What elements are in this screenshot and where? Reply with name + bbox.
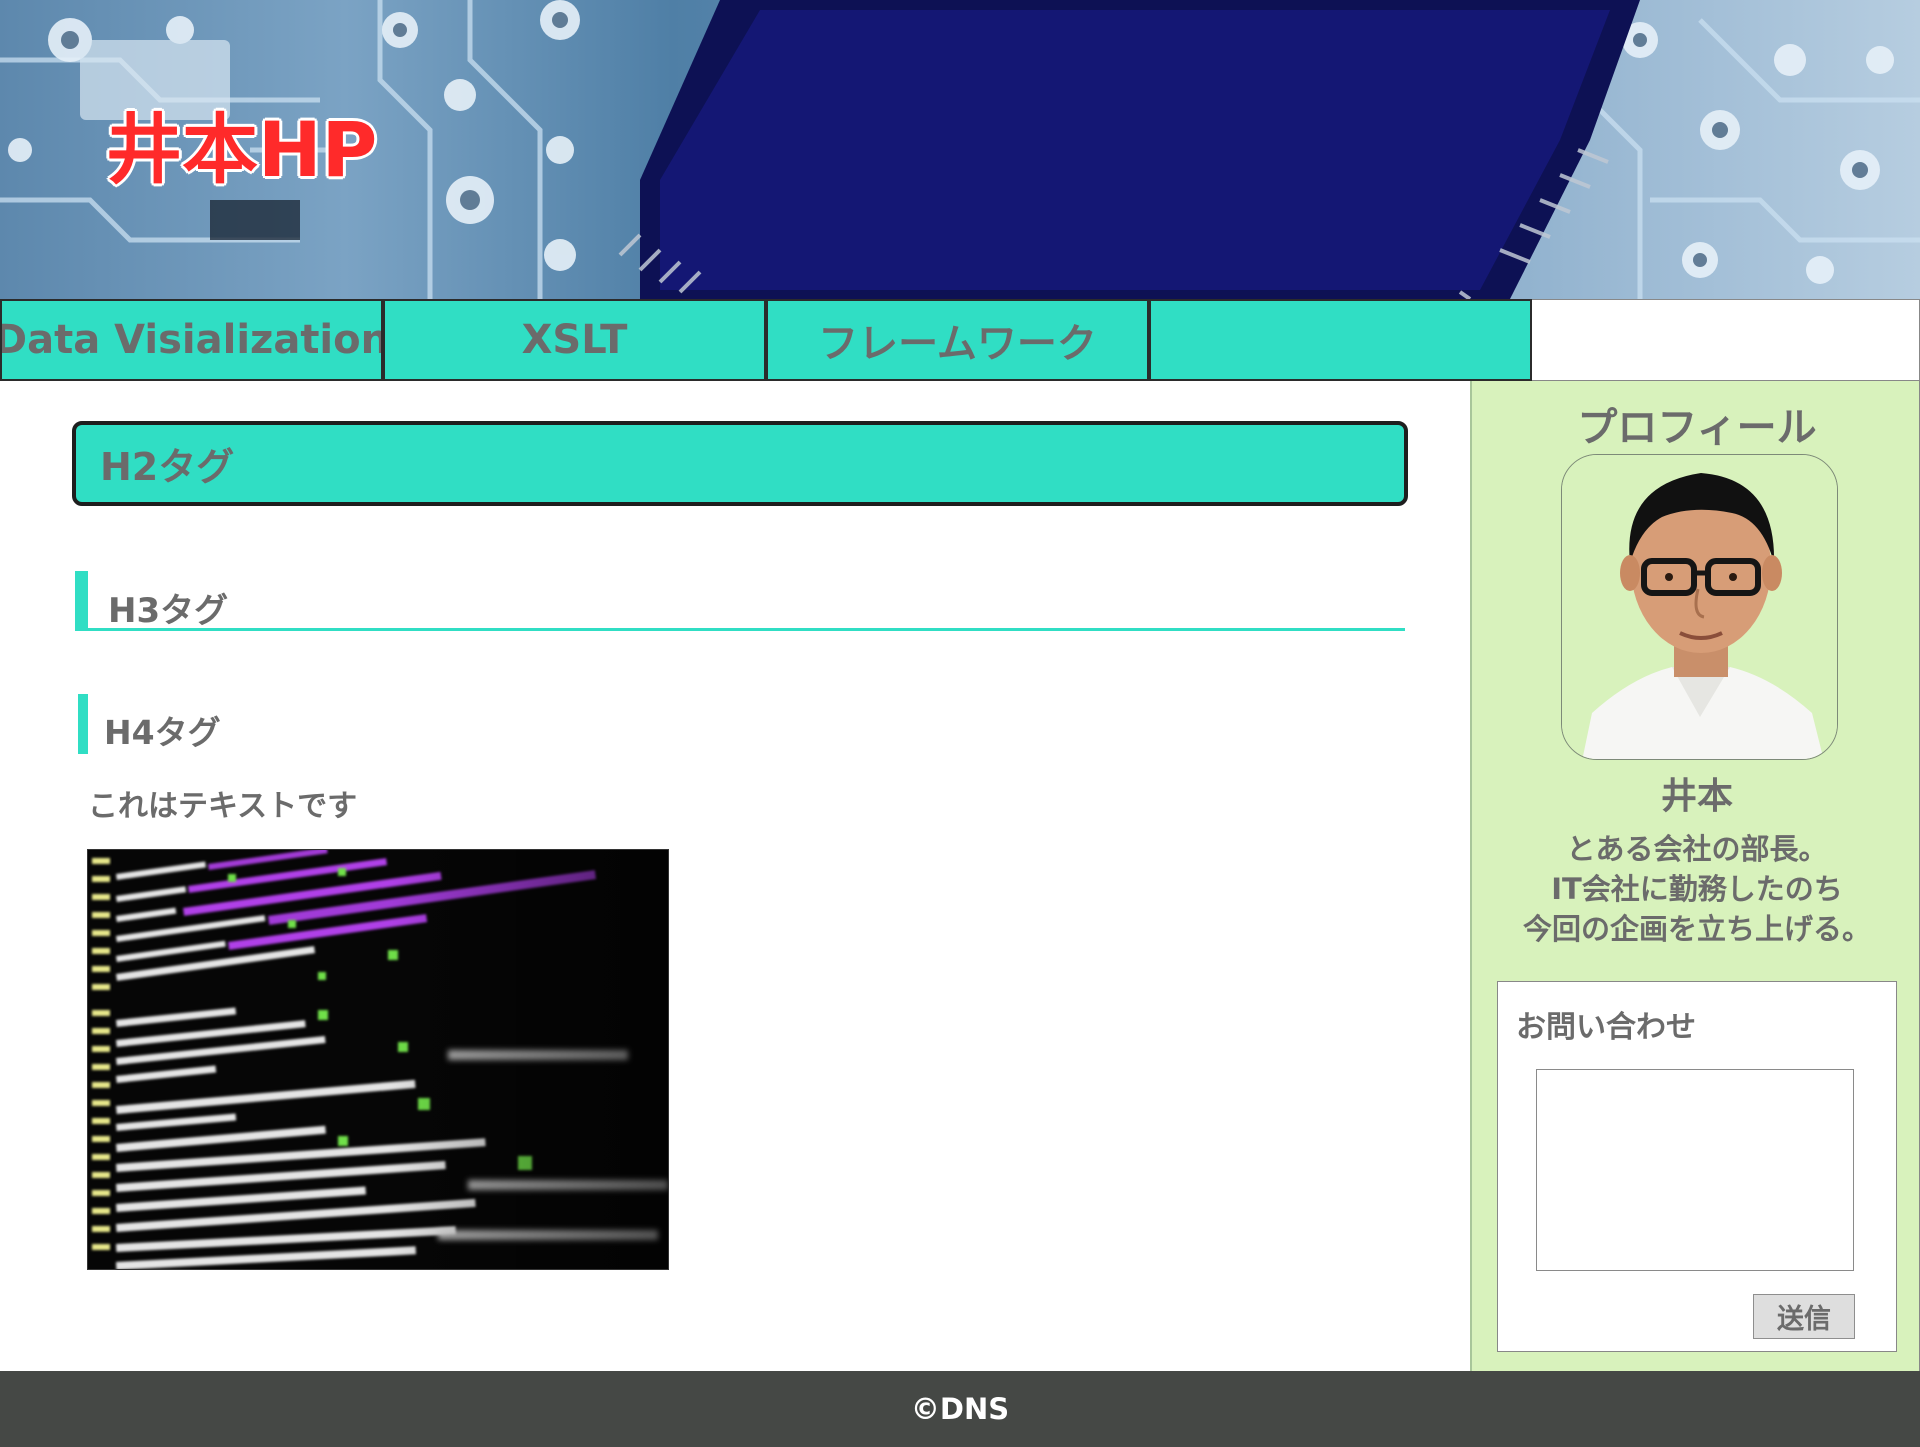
heading-h3: H3タグ [75,571,1405,631]
nav-item-data-visualization[interactable]: Data Visialization [0,299,383,381]
profile-description-line: IT会社に勤務したのち [1551,872,1843,906]
contact-form: お問い合わせ 送信 [1497,981,1897,1352]
profile-heading: プロフィール [1577,405,1817,451]
heading-h2: H2タグ [72,421,1408,506]
sidebar: プロフィール 井本 とある会社の部長。 IT会社に勤務したのち 今回の企画を立ち… [1470,381,1920,1371]
contact-heading: お問い合わせ [1516,1010,1696,1045]
copyright-text: ©DNS [910,1392,1010,1426]
nav-item-xslt[interactable]: XSLT [383,299,766,381]
contact-message-textarea[interactable] [1536,1069,1854,1271]
main-nav: Data Visialization XSLT フレームワーク [0,299,1920,381]
header-banner: 井本HP [0,0,1920,299]
nav-spacer [1532,299,1920,381]
profile-description-line: 今回の企画を立ち上げる。 [1522,912,1871,946]
nav-item-framework[interactable]: フレームワーク [766,299,1149,381]
profile-description-line: とある会社の部長。 [1566,832,1828,866]
send-button[interactable]: 送信 [1753,1294,1855,1339]
main-content: H2タグ H3タグ H4タグ これはテキストです [0,381,1470,1371]
nav-item-empty[interactable] [1149,299,1532,381]
body-text: これはテキストです [88,789,358,824]
site-title[interactable]: 井本HP [106,112,377,188]
heading-h4: H4タグ [78,694,221,754]
profile-name: 井本 [1660,776,1733,817]
profile-avatar [1561,454,1838,760]
profile-description: とある会社の部長。 IT会社に勤務したのち 今回の企画を立ち上げる。 [1472,829,1920,949]
footer: ©DNS [0,1371,1920,1447]
code-screenshot-image [87,849,669,1270]
